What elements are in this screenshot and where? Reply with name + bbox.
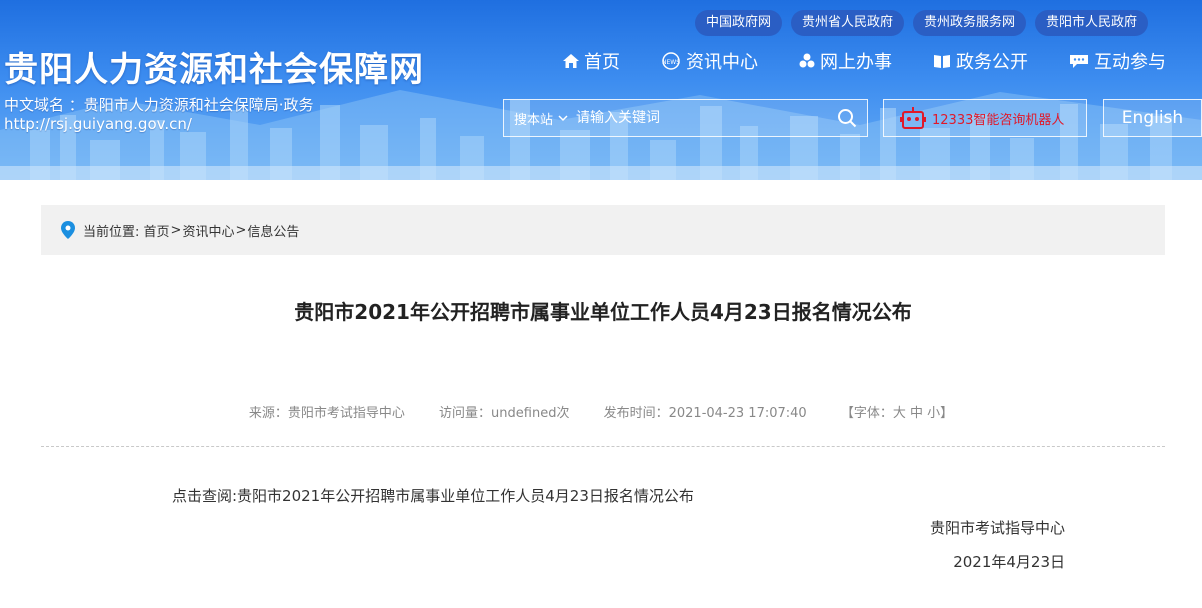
gov-link-china[interactable]: 中国政府网 — [695, 10, 783, 36]
breadcrumb-notices[interactable]: 信息公告 — [247, 221, 299, 240]
nav-home-label: 首页 — [584, 52, 620, 73]
nav-home[interactable]: 首页 — [562, 48, 620, 74]
nav-services-label: 网上办事 — [820, 52, 892, 73]
breadcrumb-news[interactable]: 资讯中心 — [182, 221, 234, 240]
article-signature: 贵阳市考试指导中心 — [929, 519, 1065, 537]
nav-interaction-label: 互动参与 — [1094, 52, 1166, 73]
font-size-switcher[interactable]: 【字体：大 中 小】 — [841, 406, 953, 421]
divider — [41, 446, 1165, 447]
gov-link-guiyang[interactable]: 贵阳市人民政府 — [1035, 10, 1149, 36]
breadcrumb-home[interactable]: 首页 — [144, 221, 170, 240]
robot-assistant-button[interactable]: 12333智能咨询机器人 — [883, 99, 1087, 137]
breadcrumb-separator: > — [170, 222, 182, 238]
search-input[interactable] — [576, 110, 827, 126]
chinese-domain-line: 中文域名 ：贵阳市人力资源和社会保障局·政务 — [4, 96, 314, 114]
article-meta: 来源：贵阳市考试指导中心 访问量：undefined次 发布时间：2021-04… — [0, 402, 1202, 421]
main-nav: 首页 NEWS 资讯中心 网上办事 政务公开 互动参与 — [562, 48, 1166, 74]
site-url-line[interactable]: http://rsj.guiyang.gov.cn/ — [4, 115, 192, 133]
search-button[interactable] — [827, 100, 867, 136]
gov-link-guizhou[interactable]: 贵州省人民政府 — [791, 10, 905, 36]
service-icon — [799, 53, 815, 68]
book-icon — [934, 55, 950, 68]
nav-open-gov[interactable]: 政务公开 — [932, 48, 1028, 74]
english-button[interactable]: English — [1103, 99, 1202, 137]
breadcrumb-separator: > — [235, 222, 247, 238]
search-scope-label: 搜本站 — [514, 112, 554, 128]
breadcrumb-prefix: 当前位置: — [83, 224, 140, 240]
breadcrumb: 当前位置: 首页 > 资讯中心 > 信息公告 — [41, 205, 1165, 255]
svg-text:NEWS: NEWS — [662, 59, 680, 66]
article-source: 来源：贵阳市考试指导中心 — [248, 406, 405, 421]
search-bar: 搜本站 — [503, 99, 868, 137]
location-pin-icon — [61, 221, 75, 239]
nav-news-label: 资讯中心 — [686, 52, 758, 73]
search-scope-select[interactable]: 搜本站 — [504, 109, 576, 128]
search-icon — [838, 109, 857, 128]
article-published-time: 发布时间：2021-04-23 17:07:40 — [603, 406, 807, 421]
chat-icon — [1070, 55, 1088, 68]
site-title[interactable]: 贵阳人力资源和社会保障网 — [4, 42, 424, 91]
gov-links: 中国政府网 贵州省人民政府 贵州政务服务网 贵阳市人民政府 — [695, 10, 1149, 36]
article-date: 2021年4月23日 — [953, 553, 1065, 571]
robot-assistant-label: 12333智能咨询机器人 — [932, 112, 1065, 128]
article-views: 访问量：undefined次 — [439, 406, 570, 421]
article-title: 贵阳市2021年公开招聘市属事业单位工作人员4月23日报名情况公布 — [294, 300, 912, 324]
nav-services[interactable]: 网上办事 — [798, 48, 892, 74]
chevron-down-icon — [558, 115, 568, 122]
home-icon — [563, 54, 579, 68]
news-icon: NEWS — [662, 52, 680, 70]
nav-open-gov-label: 政务公开 — [956, 52, 1028, 73]
nav-interaction[interactable]: 互动参与 — [1068, 48, 1166, 74]
header-banner: 贵阳人力资源和社会保障网 中文域名 ：贵阳市人力资源和社会保障局·政务 http… — [0, 0, 1202, 180]
gov-link-guizhou-service[interactable]: 贵州政务服务网 — [913, 10, 1027, 36]
robot-icon — [900, 107, 926, 129]
article-attachment-link[interactable]: 点击查阅:贵阳市2021年公开招聘市属事业单位工作人员4月23日报名情况公布 — [172, 485, 694, 506]
nav-news[interactable]: NEWS 资讯中心 — [660, 48, 758, 74]
